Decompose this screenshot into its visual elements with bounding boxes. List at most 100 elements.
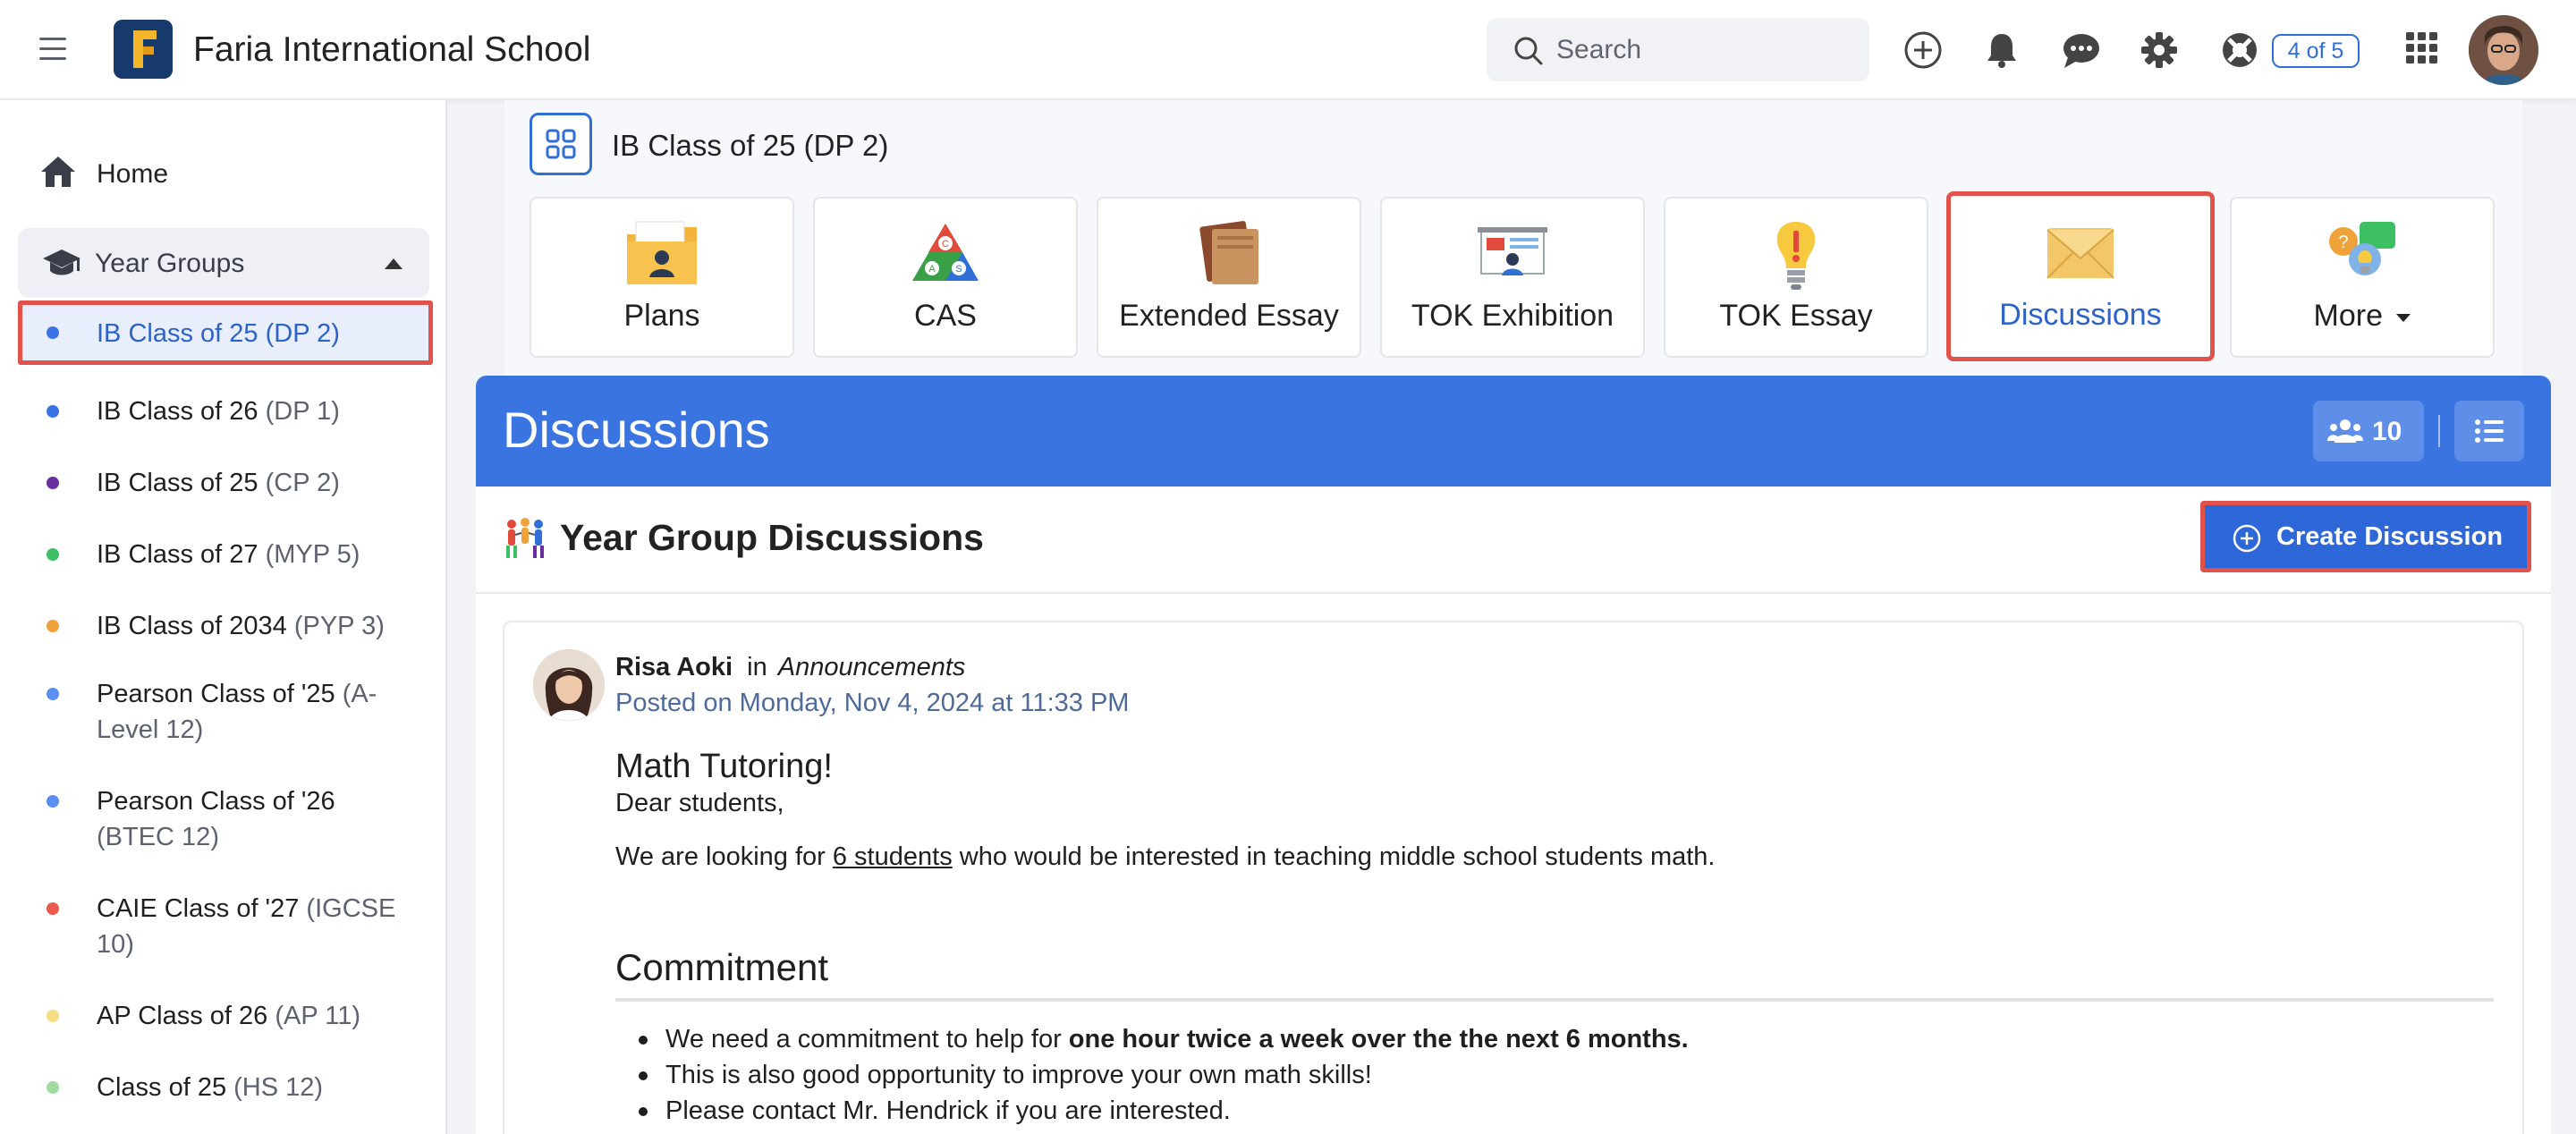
tile-cas[interactable]: C A S CAS	[813, 197, 1078, 358]
sidebar-item-home-label: Home	[97, 159, 169, 189]
bell-icon[interactable]	[1982, 30, 2021, 70]
chat-icon[interactable]	[2061, 30, 2102, 70]
class-dashboard-icon[interactable]	[530, 113, 592, 175]
sidebar-year-group-label: IB Class of 25 (DP 2)	[97, 316, 410, 351]
year-group-code: (DP 2)	[265, 319, 340, 348]
sidebar: Home Year Groups IB Class of 25 (DP 2) IB…	[0, 100, 447, 1134]
menu-icon[interactable]	[39, 38, 66, 61]
sidebar-year-group-item[interactable]: CAIE Class of '27 (IGCSE 10)	[18, 884, 429, 969]
author-in: in	[747, 653, 767, 681]
tile-tok-exhibition[interactable]: TOK Exhibition	[1380, 197, 1645, 358]
sidebar-year-group-label: IB Class of 25 (CP 2)	[97, 465, 410, 501]
sidebar-year-group-label: Pearson Class of '25 (A-Level 12)	[97, 676, 410, 748]
users-icon	[2327, 419, 2363, 443]
tile-label: TOK Exhibition	[1411, 299, 1614, 333]
sidebar-year-group-item[interactable]: AP Class of 26 (AP 11)	[18, 991, 429, 1041]
list-view-button[interactable]	[2454, 401, 2524, 461]
status-dot-icon	[47, 405, 59, 418]
tile-tok-essay[interactable]: TOK Essay	[1664, 197, 1928, 358]
sidebar-year-group-item[interactable]: Class of 25 (HS 12)	[18, 1062, 429, 1113]
members-button[interactable]: 10	[2313, 401, 2424, 461]
year-group-code: (PYP 3)	[293, 612, 385, 640]
body-suffix: who would be interested in teaching midd…	[952, 842, 1716, 871]
year-groups-label: Year Groups	[95, 249, 245, 278]
create-discussion-button[interactable]: Create Discussion	[2200, 501, 2531, 572]
list-item: We need a commitment to help for one hou…	[615, 1021, 2494, 1057]
post-title: Math Tutoring!	[615, 748, 833, 785]
sidebar-year-group-item[interactable]: Pearson Class of '26 (BTEC 12)	[18, 776, 429, 862]
tile-more[interactable]: ? More	[2230, 197, 2495, 358]
sidebar-year-group-item[interactable]: Pearson Class of '25 (A-Level 12)	[18, 669, 429, 755]
chevron-up-icon	[385, 258, 402, 269]
envelope-icon	[2046, 228, 2114, 279]
section-title: Year Group Discussions	[560, 517, 984, 558]
home-icon	[41, 157, 75, 187]
svg-text:?: ?	[2338, 233, 2348, 252]
year-group-name: IB Class of 27	[97, 540, 266, 569]
status-dot-icon	[47, 477, 59, 489]
post-channel[interactable]: Announcements	[778, 653, 966, 681]
year-group-code: (DP 1)	[265, 397, 340, 426]
books-icon	[1199, 221, 1258, 284]
list-item: Please contact Mr. Hendrick if you are i…	[615, 1093, 2494, 1129]
post-author-line: Risa Aoki in Announcements	[615, 653, 965, 682]
year-group-name: Pearson Class of '26	[97, 787, 335, 816]
sidebar-year-group-item[interactable]: IB Class of 2034 (PYP 3)	[18, 601, 429, 651]
bullet-prefix: We need a commitment to help for	[665, 1025, 1069, 1054]
year-group-code: (AP 11)	[275, 1002, 360, 1030]
year-group-code: (BTEC 12)	[97, 823, 219, 851]
bullet-bold: one hour twice a week over the the next …	[1068, 1025, 1689, 1054]
list-icon	[2475, 419, 2504, 443]
author-name[interactable]: Risa Aoki	[615, 653, 733, 681]
status-dot-icon	[47, 1081, 59, 1094]
year-group-code: (CP 2)	[265, 469, 340, 497]
status-dot-icon	[47, 326, 59, 339]
school-logo[interactable]	[114, 20, 173, 79]
year-group-name: CAIE Class of '27	[97, 894, 307, 923]
tile-label: More	[2232, 299, 2493, 334]
year-group-name: Pearson Class of '25	[97, 680, 343, 708]
apps-grid-icon[interactable]	[2404, 30, 2440, 66]
create-discussion-label: Create Discussion	[2276, 522, 2504, 551]
school-name[interactable]: Faria International School	[193, 30, 590, 70]
tile-discussions[interactable]: Discussions	[1946, 191, 2215, 361]
class-title: IB Class of 25 (DP 2)	[612, 129, 889, 162]
tile-label: Discussions	[1999, 298, 2162, 332]
tile-label: Plans	[623, 299, 700, 333]
commitment-list: We need a commitment to help for one hou…	[615, 1021, 2494, 1129]
tile-plans[interactable]: Plans	[530, 197, 794, 358]
sidebar-year-group-label: IB Class of 26 (DP 1)	[97, 394, 410, 429]
year-group-name: IB Class of 25	[97, 319, 266, 348]
sidebar-year-group-label: Pearson Class of '26 (BTEC 12)	[97, 783, 410, 855]
post-body: We are looking for 6 students who would …	[615, 842, 1715, 872]
year-group-name: Class of 25	[97, 1073, 234, 1102]
students-link[interactable]: 6 students	[833, 842, 953, 871]
tile-label: Extended Essay	[1119, 299, 1339, 333]
onboarding-progress-badge[interactable]: 4 of 5	[2272, 34, 2360, 68]
members-count: 10	[2372, 417, 2402, 446]
search-placeholder: Search	[1556, 35, 1642, 64]
top-bar: Faria International School Search 4 of 5	[0, 0, 2576, 100]
lifebuoy-icon[interactable]	[2220, 30, 2259, 70]
sidebar-year-group-item[interactable]: IB Class of 27 (MYP 5)	[18, 529, 429, 580]
add-circle-icon[interactable]	[1903, 30, 1943, 70]
sidebar-year-group-label: CAIE Class of '27 (IGCSE 10)	[97, 891, 410, 962]
discussions-content: Year Group Discussions Create Discussion…	[476, 487, 2551, 1134]
gear-icon[interactable]	[2140, 30, 2179, 70]
svg-text:A: A	[928, 264, 936, 275]
author-avatar[interactable]	[533, 649, 605, 721]
list-item: This is also good opportunity to improve…	[615, 1057, 2494, 1093]
year-group-name: AP Class of 26	[97, 1002, 275, 1030]
sidebar-year-group-item[interactable]: IB Class of 26 (DP 1)	[18, 386, 429, 436]
graduation-cap-icon	[43, 250, 80, 275]
tile-label: TOK Essay	[1719, 299, 1873, 333]
tile-extended-essay[interactable]: Extended Essay	[1097, 197, 1361, 358]
year-groups-section-toggle[interactable]: Year Groups	[18, 228, 429, 298]
search-input[interactable]: Search	[1487, 18, 1869, 81]
divider	[615, 998, 2494, 1002]
divider	[2438, 415, 2440, 447]
user-avatar[interactable]	[2469, 15, 2538, 85]
sidebar-year-group-item[interactable]: IB Class of 25 (CP 2)	[18, 458, 429, 508]
sidebar-year-group-item[interactable]: IB Class of 25 (DP 2)	[18, 300, 433, 365]
post-timestamp: Posted on Monday, Nov 4, 2024 at 11:33 P…	[615, 689, 1130, 717]
